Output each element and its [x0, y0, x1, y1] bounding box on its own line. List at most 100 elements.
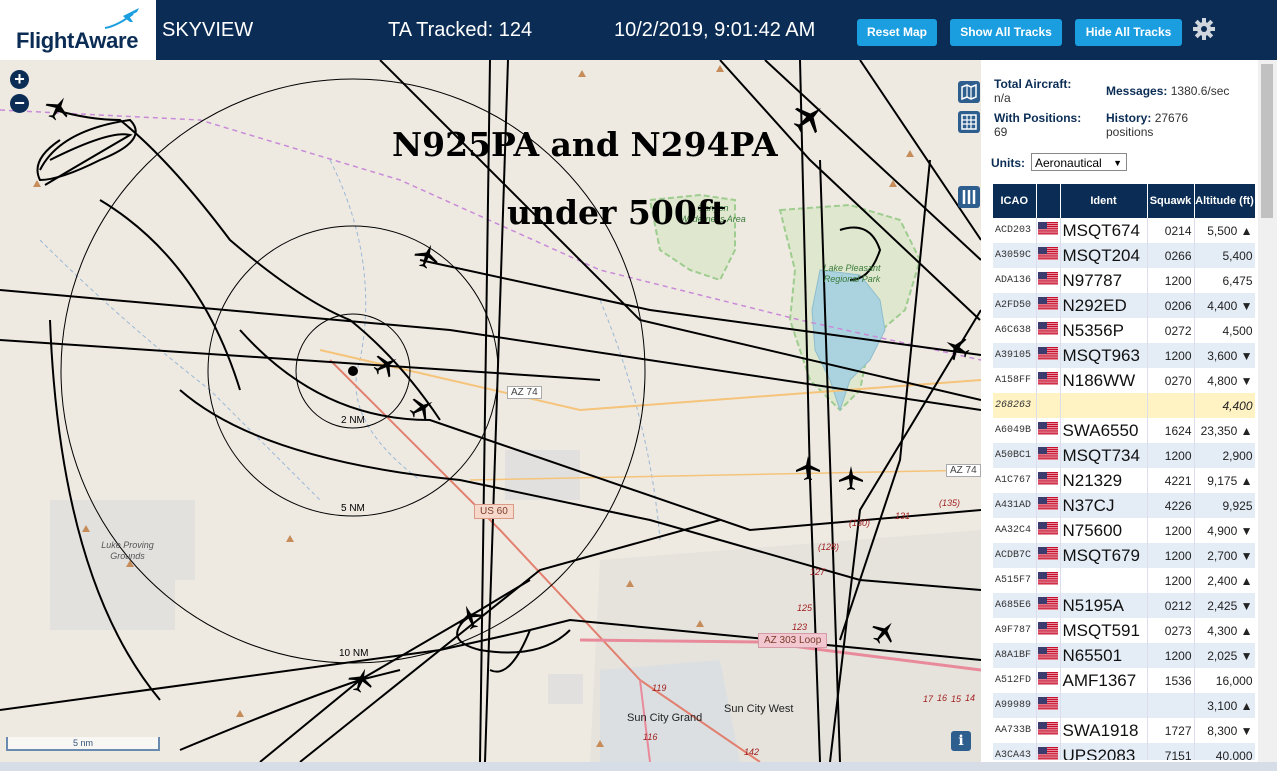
map-area[interactable]: 2 NM 5 NM 10 NM AZ 74 US 60 AZ 74 AZ 303…: [0, 60, 981, 762]
zoom-in-button[interactable]: +: [10, 70, 29, 89]
altitude-cell: 23,350 ▲: [1194, 418, 1255, 443]
route-num-15: 15: [951, 694, 962, 704]
altitude-cell: 2,425 ▼: [1194, 593, 1255, 618]
table-row[interactable]: A39105 MSQT963 1200 3,600 ▼: [993, 343, 1255, 368]
scrollbar-thumb[interactable]: [1261, 64, 1273, 218]
aircraft-table-wrap[interactable]: ICAO Ident Squawk Altitude (ft) ACD203 MS…: [993, 184, 1255, 760]
columns-icon[interactable]: [958, 186, 980, 208]
squawk-cell: 1200: [1147, 518, 1195, 543]
us-flag-icon: [1037, 696, 1058, 710]
icao-cell: A2FD50: [993, 293, 1037, 318]
table-row[interactable]: A2FD50 N292ED 0206 4,400 ▼: [993, 293, 1255, 318]
clock: 10/2/2019, 9:01:42 AM: [614, 19, 816, 41]
altitude-cell: 4,400 ▼: [1194, 293, 1255, 318]
flag-cell: [1036, 218, 1061, 243]
app-title: SKYVIEW: [162, 19, 254, 41]
col-ident[interactable]: Ident: [1060, 184, 1148, 218]
table-row[interactable]: A685E6 N5195A 0212 2,425 ▼: [993, 593, 1255, 618]
us-flag-icon: [1037, 621, 1058, 635]
history-value: 27676: [1154, 111, 1189, 125]
flag-cell: [1036, 593, 1061, 618]
ident-cell: N5195A: [1060, 593, 1148, 618]
flag-cell: [1036, 693, 1061, 718]
map-layer-icon[interactable]: [958, 81, 980, 103]
gear-icon[interactable]: [1192, 17, 1216, 41]
flightaware-logo[interactable]: FlightAware: [0, 0, 156, 60]
with-positions-label: With Positions:: [994, 111, 1082, 125]
info-button[interactable]: i: [951, 731, 971, 751]
table-row[interactable]: A6049B SWA6550 1624 23,350 ▲: [993, 418, 1255, 443]
table-row[interactable]: A158FF N186WW 0270 4,800 ▼: [993, 368, 1255, 393]
table-row[interactable]: 268263 4,400: [993, 393, 1255, 418]
table-row[interactable]: A3059C MSQT204 0266 5,400: [993, 243, 1255, 268]
squawk-cell: 0212: [1147, 593, 1195, 618]
range-label-2nm: 2 NM: [341, 415, 365, 426]
table-row[interactable]: A50BC1 MSQT734 1200 2,900: [993, 443, 1255, 468]
us-flag-icon: [1037, 321, 1058, 335]
col-altitude[interactable]: Altitude (ft): [1194, 184, 1255, 218]
flag-cell: [1036, 318, 1061, 343]
table-row[interactable]: A8A1BF N65501 1200 2,025 ▼: [993, 643, 1255, 668]
us-flag-icon: [1037, 521, 1058, 535]
show-all-tracks-button[interactable]: Show All Tracks: [950, 19, 1062, 46]
col-icao[interactable]: ICAO: [993, 184, 1037, 218]
table-row[interactable]: AA32C4 N75600 1200 4,900 ▼: [993, 518, 1255, 543]
route-num-131: 131: [895, 511, 911, 521]
place-label-sun-city-west: Sun City West: [724, 703, 794, 715]
ident-cell: [1060, 393, 1148, 418]
ident-cell: MSQT734: [1060, 443, 1148, 468]
icao-cell: A39105: [993, 343, 1037, 368]
altitude-cell: 16,000: [1194, 668, 1255, 693]
us-flag-icon: [1037, 546, 1058, 560]
route-num-135: (135): [939, 498, 961, 508]
table-row[interactable]: A1C767 N21329 4221 9,175 ▲: [993, 468, 1255, 493]
flag-cell: [1036, 743, 1061, 760]
altitude-cell: 3,600 ▼: [1194, 343, 1255, 368]
flag-cell: [1036, 393, 1061, 418]
us-flag-icon: [1037, 271, 1058, 285]
grid-icon[interactable]: [958, 111, 980, 133]
hide-all-tracks-button[interactable]: Hide All Tracks: [1075, 19, 1182, 46]
table-row[interactable]: A6C638 N5356P 0272 4,500: [993, 318, 1255, 343]
ident-cell: N75600: [1060, 518, 1148, 543]
map-canvas[interactable]: [0, 60, 981, 762]
zoom-out-button[interactable]: −: [10, 94, 29, 113]
us-flag-icon: [1037, 371, 1058, 385]
ident-cell: MSQT591: [1060, 618, 1148, 643]
table-row[interactable]: A515F7 1200 2,400 ▲: [993, 568, 1255, 593]
altitude-cell: 2,400 ▲: [1194, 568, 1255, 593]
table-row[interactable]: A3CA43 UPS2083 7151 40,000: [993, 743, 1255, 760]
flag-cell: [1036, 568, 1061, 593]
col-flag[interactable]: [1036, 184, 1061, 218]
table-row[interactable]: ACDB7C MSQT679 1200 2,700 ▼: [993, 543, 1255, 568]
altitude-cell: 9,925: [1194, 493, 1255, 518]
squawk-cell: 1200: [1147, 443, 1195, 468]
icao-cell: A3CA43: [993, 743, 1037, 760]
route-num-127: 127: [810, 567, 826, 577]
ident-cell: SWA1918: [1060, 718, 1148, 743]
icao-cell: A9F787: [993, 618, 1037, 643]
flag-cell: [1036, 368, 1061, 393]
ident-cell: AMF1367: [1060, 668, 1148, 693]
us-flag-icon: [1037, 346, 1058, 360]
units-select[interactable]: Aeronautical ▼: [1031, 153, 1127, 171]
flag-cell: [1036, 243, 1061, 268]
with-positions-value: 69: [994, 125, 1008, 139]
table-row[interactable]: A512FD AMF1367 1536 16,000: [993, 668, 1255, 693]
reset-map-button[interactable]: Reset Map: [857, 19, 937, 46]
col-squawk[interactable]: Squawk: [1147, 184, 1195, 218]
table-row[interactable]: ADA136 N97787 1200 6,475: [993, 268, 1255, 293]
table-row[interactable]: A99989 3,100 ▲: [993, 693, 1255, 718]
table-row[interactable]: A9F787 MSQT591 0273 4,300 ▲: [993, 618, 1255, 643]
messages-stat: Messages: 1380.6/sec: [1106, 84, 1229, 98]
us-flag-icon: [1037, 671, 1058, 685]
table-row[interactable]: A431AD N37CJ 4226 9,925: [993, 493, 1255, 518]
history-unit: positions: [1106, 125, 1154, 139]
table-row[interactable]: AA733B SWA1918 1727 8,300 ▼: [993, 718, 1255, 743]
icao-cell: A515F7: [993, 568, 1037, 593]
panel-scrollbar[interactable]: [1258, 60, 1277, 762]
squawk-cell: [1147, 393, 1195, 418]
table-row[interactable]: ACD203 MSQT674 0214 5,500 ▲: [993, 218, 1255, 243]
flag-cell: [1036, 718, 1061, 743]
icao-cell: A512FD: [993, 668, 1037, 693]
